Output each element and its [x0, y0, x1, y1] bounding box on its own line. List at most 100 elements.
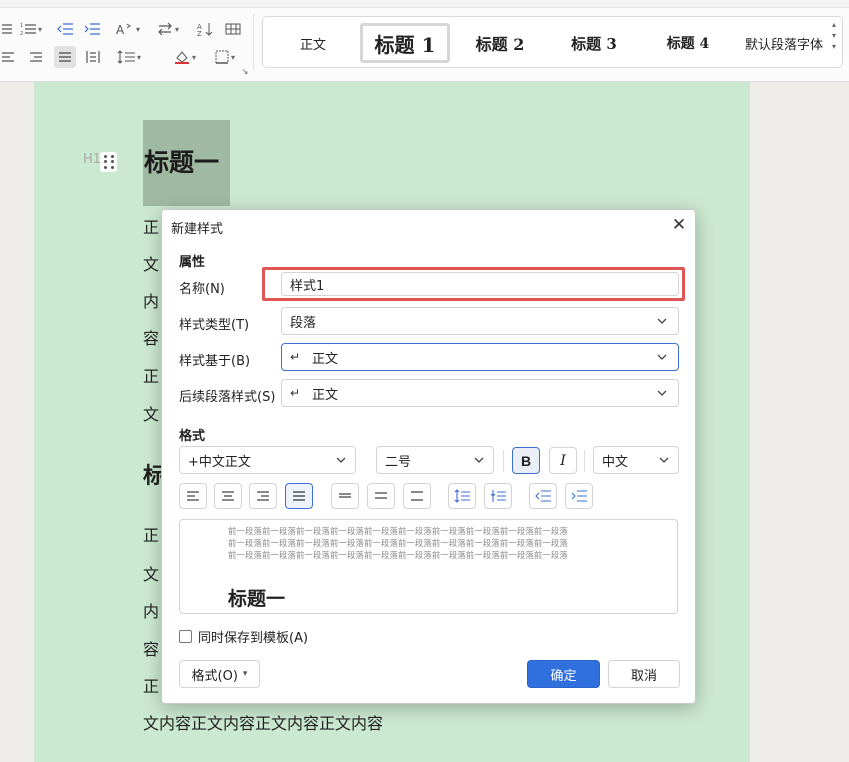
based-on-select[interactable]: ↵ 正文 [281, 343, 679, 371]
divider [503, 450, 504, 472]
bullet-list-icon[interactable] [0, 18, 14, 40]
font-size-value: 二号 [385, 454, 412, 470]
body-line[interactable]: 文 [143, 561, 159, 585]
svg-text:1: 1 [20, 23, 23, 29]
preview-previous-paragraph: 前一段落前一段落前一段落前一段落前一段落前一段落前一段落前一段落前一段落前一段落 [228, 550, 568, 560]
numbered-list-icon[interactable]: 1 2 ▾ [16, 18, 46, 40]
italic-button[interactable]: I [549, 447, 577, 474]
body-line[interactable]: 容 [143, 636, 159, 660]
name-label: 名称(N) [179, 282, 225, 297]
outdent-icon[interactable] [55, 18, 75, 40]
font-select[interactable]: +中文正文 [179, 446, 356, 474]
drag-handle-icon[interactable] [100, 152, 117, 172]
based-on-value: 正文 [312, 351, 339, 367]
align-center-icon [222, 491, 234, 501]
indent-icon [571, 490, 587, 502]
body-line[interactable]: 内 [143, 288, 159, 312]
save-to-template-checkbox[interactable]: 同时保存到模板(A) [179, 627, 308, 646]
style-heading-4[interactable]: 标题 4 [646, 23, 730, 63]
spacing-1-5-button[interactable] [367, 483, 395, 509]
dialog-launcher-icon[interactable]: ↘ [240, 66, 250, 76]
chevron-down-icon[interactable]: ▾ [828, 30, 840, 41]
increase-para-spacing-button[interactable] [448, 483, 476, 509]
chevron-down-icon: ▾ [242, 669, 248, 679]
body-line[interactable]: 文 [143, 401, 159, 425]
preview-previous-paragraph: 前一段落前一段落前一段落前一段落前一段落前一段落前一段落前一段落前一段落前一段落 [228, 538, 568, 548]
svg-text:2: 2 [20, 31, 23, 36]
section-format-title: 格式 [179, 429, 206, 444]
format-menu-button[interactable]: 格式(O) ▾ [179, 660, 260, 688]
document-heading-1[interactable]: 标题一 [143, 120, 230, 206]
spacing-double-button[interactable] [403, 483, 431, 509]
cancel-button[interactable]: 取消 [608, 660, 680, 688]
bold-button[interactable]: B [512, 447, 540, 474]
body-line[interactable]: 正 [143, 522, 159, 546]
paragraph-return-icon: ↵ [290, 386, 301, 400]
body-line[interactable]: 正 [143, 673, 159, 697]
body-line[interactable]: 正 [143, 214, 159, 238]
style-type-label: 样式类型(T) [179, 318, 250, 333]
justify-icon[interactable] [54, 46, 76, 68]
chevron-down-icon: ▾ [230, 52, 235, 62]
line-sort-icon[interactable]: ▾ [154, 18, 182, 40]
chevron-up-icon[interactable]: ▴ [828, 19, 840, 30]
text-direction-icon[interactable]: A ▾ [112, 18, 144, 40]
shading-icon[interactable]: ▾ [170, 46, 200, 68]
style-default-paragraph-font[interactable]: 默认段落字体 [736, 23, 832, 63]
decrease-para-spacing-button[interactable] [484, 483, 512, 509]
decrease-indent-button[interactable] [529, 483, 557, 509]
section-properties-title: 属性 [179, 255, 206, 270]
body-line[interactable]: 正 [143, 363, 159, 387]
justify-icon [293, 491, 305, 501]
chevron-down-icon: ▾ [174, 24, 179, 34]
chevron-down-icon: ▾ [135, 24, 140, 34]
body-line[interactable]: 文内容正文内容正文内容正文内容 [143, 710, 383, 734]
name-input[interactable]: 样式1 [281, 272, 679, 296]
style-heading-1[interactable]: 标题 1 [360, 23, 450, 63]
align-left-icon[interactable] [0, 46, 16, 68]
ribbon-divider [253, 14, 254, 70]
svg-text:Z: Z [197, 30, 202, 36]
border-icon[interactable]: ▾ [210, 46, 240, 68]
chevron-down-icon: ▾ [136, 52, 141, 62]
next-style-label: 后续段落样式(S) [179, 390, 276, 405]
chevron-down-icon [659, 457, 669, 463]
close-icon[interactable]: ✕ [669, 215, 689, 235]
next-style-select[interactable]: ↵ 正文 [281, 379, 679, 407]
indent-icon[interactable] [82, 18, 102, 40]
style-heading-2[interactable]: 标题 2 [458, 23, 542, 63]
distributed-icon[interactable] [83, 46, 103, 68]
font-value: +中文正文 [188, 454, 251, 470]
chevron-down-icon: ▾ [191, 52, 196, 62]
chevron-down-icon [657, 354, 667, 360]
line-spacing-icon[interactable]: ▾ [112, 46, 146, 68]
decrease-spacing-icon [490, 490, 506, 502]
style-heading-3[interactable]: 标题 3 [552, 23, 636, 63]
paragraph-return-icon: ↵ [290, 350, 301, 364]
heading-level-marker: H1 [83, 152, 102, 167]
body-line[interactable]: 容 [143, 325, 159, 349]
justify-button[interactable] [285, 483, 313, 509]
style-type-select[interactable]: 段落 [281, 307, 679, 335]
table-icon[interactable] [222, 18, 244, 40]
align-left-icon [187, 491, 199, 501]
sort-icon[interactable]: AZ [194, 18, 216, 40]
dialog-title: 新建样式 [171, 222, 224, 237]
font-size-select[interactable]: 二号 [376, 446, 494, 474]
ribbon-toolbar: 12 ▾ A ▾ ▾ AZ ▾ ▾ ▾ ↘ 正文 标题 1 标题 2 标题 3 … [0, 0, 849, 82]
gallery-expand-icon[interactable]: ▾ [828, 41, 840, 52]
align-right-button[interactable] [249, 483, 277, 509]
align-center-button[interactable] [214, 483, 242, 509]
line-spacing-double-icon [411, 491, 423, 501]
body-line[interactable]: 内 [143, 598, 159, 622]
language-select[interactable]: 中文 [593, 446, 679, 474]
spacing-single-button[interactable] [331, 483, 359, 509]
align-left-button[interactable] [179, 483, 207, 509]
style-normal[interactable]: 正文 [273, 23, 353, 63]
body-line[interactable]: 文 [143, 251, 159, 275]
increase-indent-button[interactable] [565, 483, 593, 509]
ok-button[interactable]: 确定 [527, 660, 600, 688]
checkbox-box[interactable] [179, 630, 192, 643]
gallery-scroll[interactable]: ▴ ▾ ▾ [828, 19, 840, 65]
align-right-icon[interactable] [27, 46, 45, 68]
